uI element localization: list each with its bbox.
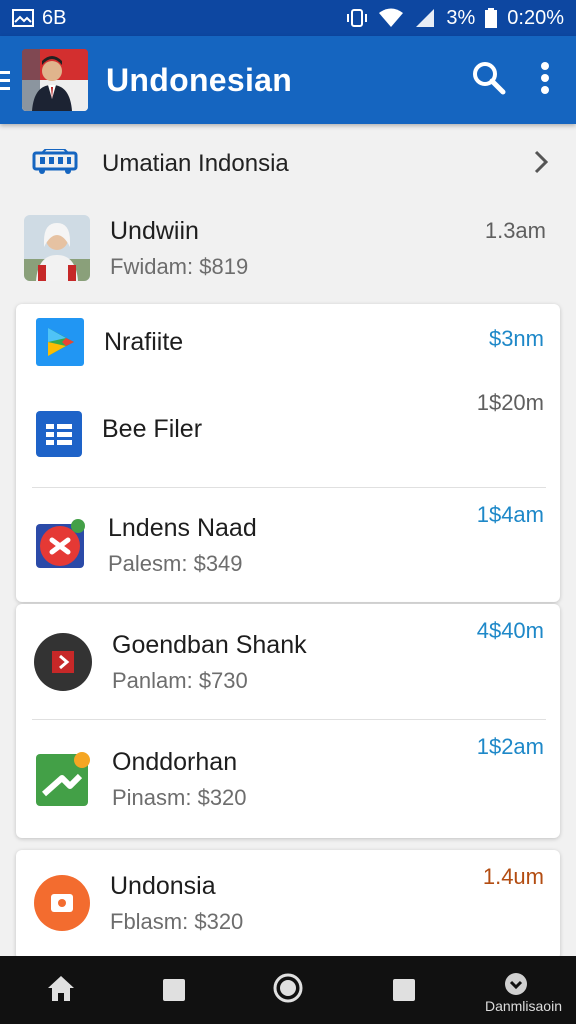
nav-label: Danmlisaoin: [484, 998, 562, 1014]
item-subtitle: Pinasm: $320: [112, 784, 247, 810]
item-subtitle: Panlam: $730: [112, 667, 248, 693]
status-time: 0:20%: [507, 6, 564, 29]
battery-percent: 3%: [446, 6, 476, 29]
item-time: 1$2am: [476, 734, 544, 759]
item-title: Nrafiite: [104, 327, 184, 356]
app-title: Undonesian: [106, 61, 293, 98]
list-item[interactable]: Onddorhan Pinasm: $320 1$2am: [16, 720, 560, 838]
cell-signal-icon: [414, 8, 436, 28]
list-item[interactable]: Undwiin Fwidam: $819 1.3am: [0, 204, 576, 292]
section-header-row[interactable]: Umatian Indonsia: [0, 124, 576, 204]
vibrate-icon: [346, 8, 368, 28]
item-time: 1$20m: [476, 390, 544, 415]
home-icon[interactable]: [46, 974, 76, 1007]
battery-icon: [485, 8, 498, 28]
item-subtitle: Fwidam: $819: [110, 253, 249, 279]
item-title: Goendban Shank: [112, 630, 307, 659]
sheets-icon: [36, 411, 82, 457]
circle-home-icon[interactable]: [272, 972, 304, 1009]
item-subtitle: Palesm: $349: [108, 550, 243, 576]
item-title: Undwiin: [110, 216, 199, 245]
item-time: 1$4am: [476, 502, 544, 527]
list-item[interactable]: Bee Filer 1$20m: [16, 380, 560, 488]
image-notification-icon: [12, 9, 34, 27]
red-badge-icon: [34, 518, 88, 572]
bus-icon: [32, 147, 78, 180]
item-time: 4$40m: [476, 618, 544, 643]
green-app-icon: [34, 750, 92, 808]
card-group-2: Goendban Shank Panlam: $730 4$40m Onddor…: [16, 604, 560, 838]
card-group-1: Nrafiite $3nm Bee Filer 1$20m Lndens Naa…: [16, 304, 560, 602]
list-item[interactable]: Lndens Naad Palesm: $349 1$4am: [16, 488, 560, 602]
item-title: Bee Filer: [102, 414, 203, 443]
play-square-icon: [34, 633, 92, 691]
recents-icon[interactable]: [392, 978, 416, 1007]
avatar-image[interactable]: [22, 49, 88, 111]
assistant-icon[interactable]: [504, 972, 528, 1001]
person-photo-thumbnail: [24, 215, 90, 281]
list-item[interactable]: Goendban Shank Panlam: $730 4$40m: [16, 604, 560, 720]
item-subtitle: Fblasm: $320: [110, 908, 244, 934]
item-time: 1.4um: [482, 864, 544, 889]
item-time: 1.3am: [484, 218, 546, 243]
orange-record-icon: [34, 875, 90, 931]
status-left-text: 6B: [42, 6, 67, 29]
card-group-3: Undonsia Fblasm: $320 1.4um: [16, 850, 560, 960]
menu-icon[interactable]: [0, 36, 14, 124]
square-icon[interactable]: [162, 978, 186, 1007]
item-time: $3nm: [488, 326, 544, 351]
item-title: Onddorhan: [112, 747, 238, 776]
play-store-icon: [36, 318, 84, 366]
app-bar: Undonesian: [0, 36, 576, 124]
item-title: Undonsia: [110, 871, 216, 900]
list-item[interactable]: Undonsia Fblasm: $320 1.4um: [16, 850, 560, 956]
section-title: Umatian Indonsia: [102, 150, 289, 177]
nav-bar: Danmlisaoin: [0, 956, 576, 1024]
list-item[interactable]: Nrafiite $3nm: [16, 304, 560, 380]
chevron-right-icon[interactable]: [534, 150, 549, 179]
status-bar: 6B 3% 0:20%: [0, 0, 576, 36]
more-vert-icon[interactable]: [540, 61, 550, 99]
search-icon[interactable]: [472, 61, 506, 100]
item-title: Lndens Naad: [108, 513, 257, 542]
wifi-icon: [378, 8, 404, 28]
